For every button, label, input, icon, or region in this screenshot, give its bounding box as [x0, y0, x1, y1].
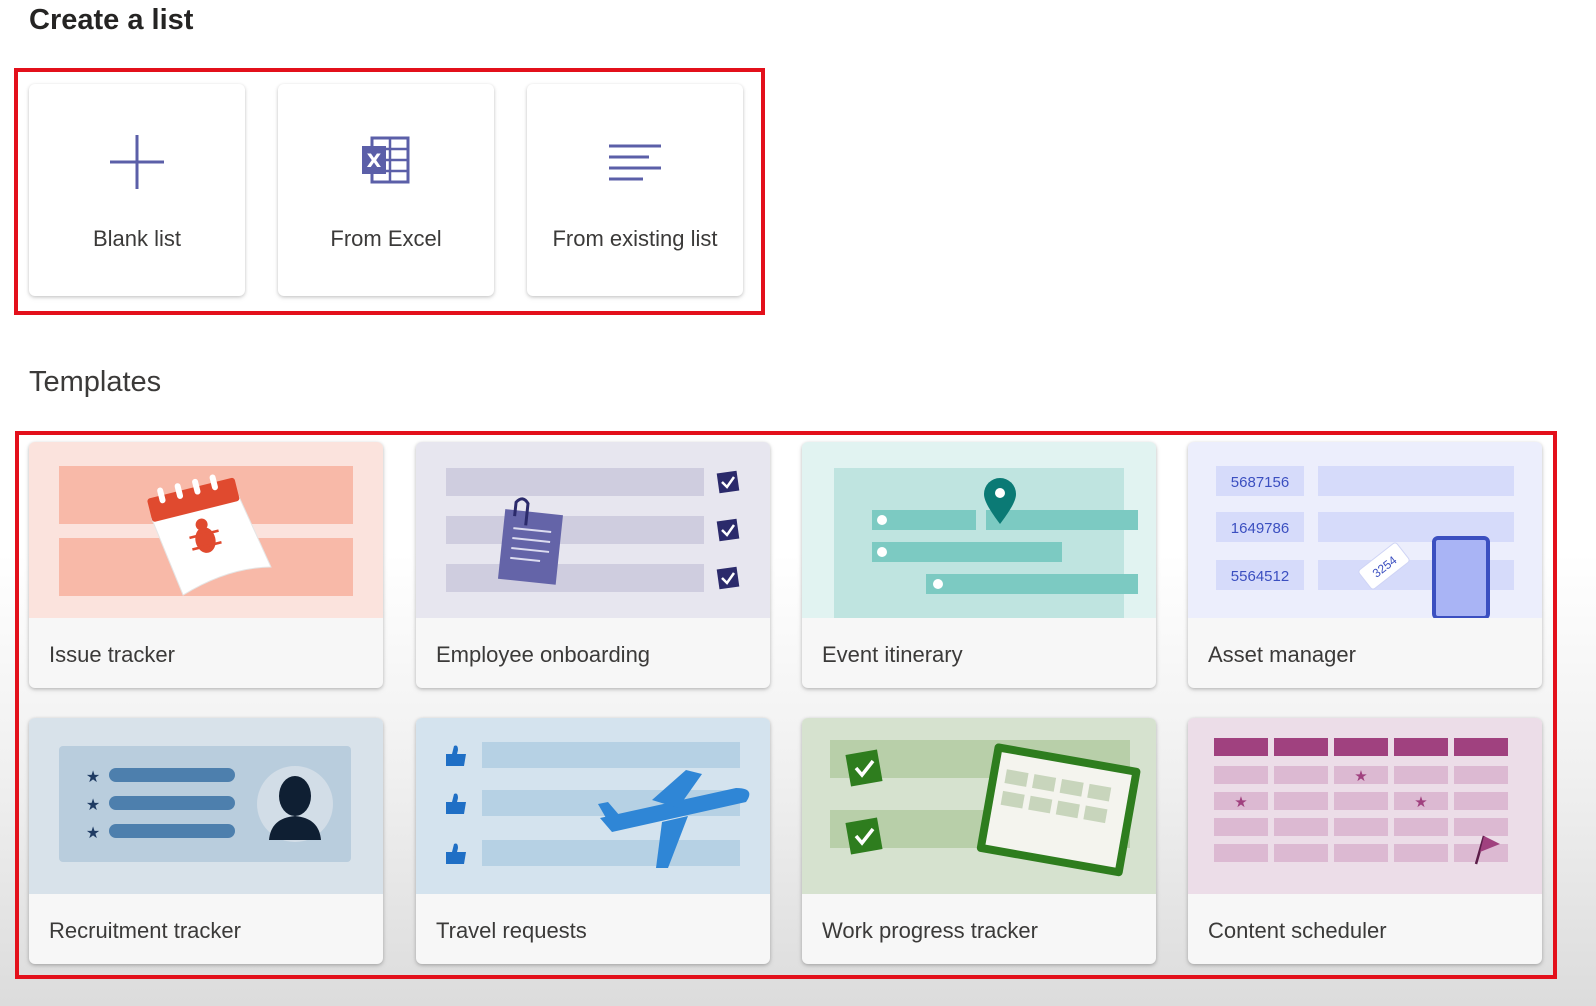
content-scheduler-illustration: ★ ★ ★ [1188, 718, 1542, 894]
asset-number-3: 5564512 [1231, 568, 1289, 585]
templates-heading: Templates [29, 366, 162, 398]
content-scheduler-label: Content scheduler [1208, 918, 1387, 943]
from-excel-label: From Excel [330, 226, 442, 251]
issue-tracker-illustration [29, 442, 383, 618]
svg-text:★: ★ [86, 823, 100, 842]
svg-text:★: ★ [86, 767, 100, 786]
excel-icon: X [362, 136, 410, 184]
template-work-progress-tracker[interactable]: Work progress tracker [802, 718, 1156, 964]
asset-number-2: 1649786 [1231, 520, 1289, 537]
template-recruitment-tracker[interactable]: ★ ★ ★ Recruitment tracker [29, 718, 383, 964]
plus-icon [110, 135, 164, 189]
employee-onboarding-label: Employee onboarding [436, 642, 651, 667]
blank-list-card[interactable]: Blank list [29, 84, 245, 296]
asset-number-1: 5687156 [1231, 474, 1289, 491]
event-itinerary-illustration [802, 442, 1156, 618]
travel-requests-label: Travel requests [436, 918, 587, 943]
issue-tracker-label: Issue tracker [49, 642, 175, 667]
from-existing-list-card[interactable]: From existing list [527, 84, 743, 296]
svg-text:★: ★ [1234, 793, 1247, 811]
svg-text:X: X [367, 150, 382, 172]
asset-manager-label: Asset manager [1208, 642, 1356, 667]
template-content-scheduler[interactable]: ★ ★ ★ Content scheduler [1188, 718, 1542, 964]
svg-text:★: ★ [86, 795, 100, 814]
asset-manager-illustration: 5687156 1649786 5564512 3254 [1188, 442, 1542, 618]
blank-list-label: Blank list [92, 226, 182, 251]
svg-text:★: ★ [1414, 793, 1427, 811]
travel-requests-illustration [416, 718, 770, 894]
work-progress-tracker-label: Work progress tracker [822, 918, 1038, 943]
page-title: Create a list [29, 4, 194, 36]
event-itinerary-label: Event itinerary [822, 642, 963, 667]
template-issue-tracker[interactable]: Issue tracker [29, 442, 383, 688]
work-progress-tracker-illustration [802, 718, 1156, 894]
recruitment-tracker-label: Recruitment tracker [49, 918, 241, 943]
template-asset-manager[interactable]: 5687156 1649786 5564512 3254 Asset manag… [1188, 442, 1542, 688]
from-existing-list-label: From existing list [552, 226, 718, 251]
svg-text:★: ★ [1354, 767, 1367, 785]
template-travel-requests[interactable]: Travel requests [416, 718, 770, 964]
from-excel-card[interactable]: X From Excel [278, 84, 494, 296]
list-lines-icon [609, 144, 661, 181]
template-event-itinerary[interactable]: Event itinerary [802, 442, 1156, 688]
employee-onboarding-illustration [416, 442, 770, 618]
template-employee-onboarding[interactable]: Employee onboarding [416, 442, 770, 688]
recruitment-tracker-illustration: ★ ★ ★ [29, 718, 383, 894]
